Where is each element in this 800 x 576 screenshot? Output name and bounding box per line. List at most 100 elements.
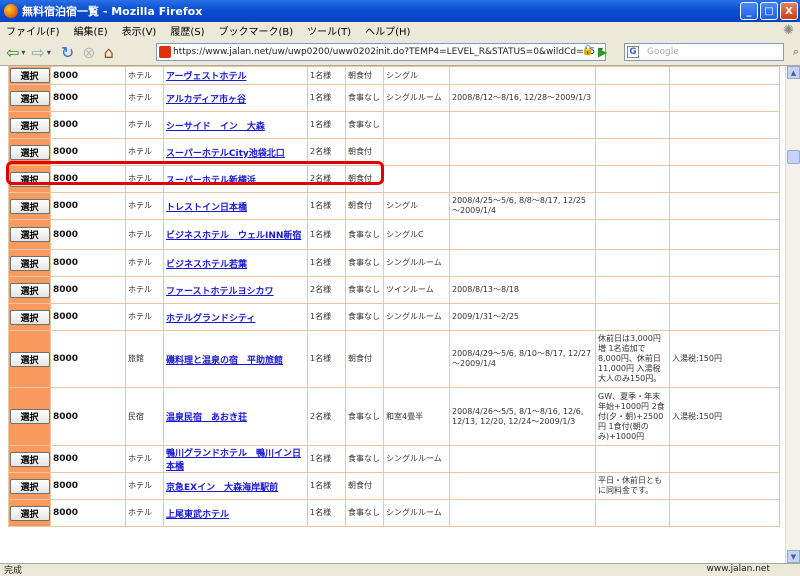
guest-count: 2名様 xyxy=(307,387,346,446)
hotel-name-link[interactable]: 磯料理と温泉の宿 平助旅館 xyxy=(166,356,283,366)
minimize-button[interactable]: _ xyxy=(740,2,758,20)
hotel-name-cell: シーサイド イン 大森 xyxy=(163,111,308,139)
price-note: GW、夏季・年末年始+1000円 2食付(夕・朝)+2500円 1食付(朝のみ)… xyxy=(595,387,670,446)
url-text: https://www.jalan.net/uw/uwp0200/uww0202… xyxy=(173,47,596,57)
stop-icon[interactable]: ⊗ xyxy=(82,43,95,62)
page-content: 選択 8000 ホテル アーヴェストホテル 1名様 朝食付 シングル 選択 8000 ホテル アルカ… xyxy=(0,66,785,563)
price-note: 休前日は3,000円増 1名追加で8,000円、休前日11,000円 入湯税大人… xyxy=(595,330,670,388)
search-icon[interactable]: ⌕ xyxy=(793,45,799,59)
menu-edit[interactable]: 編集(E) xyxy=(74,23,108,38)
vertical-scrollbar[interactable]: ▲ ▼ xyxy=(785,66,800,563)
hotel-name-cell: スーパーホテルCity池袋北口 xyxy=(163,138,308,166)
guest-count: 1名様 xyxy=(307,445,346,473)
select-button[interactable]: 選択 xyxy=(9,90,50,106)
table-row: 選択 8000 ホテル 鴨川グランドホテル 鴨川イン日本橋 1名様 食事なし シングルルーム xyxy=(8,445,780,473)
price-note xyxy=(595,84,670,112)
hotel-type: ホテル xyxy=(125,165,164,193)
menu-file[interactable]: ファイル(F) xyxy=(6,23,60,38)
select-button[interactable]: 選択 xyxy=(9,227,50,242)
select-button[interactable]: 選択 xyxy=(9,171,50,187)
hotel-name-link[interactable]: アーヴェストホテル xyxy=(166,72,246,82)
reload-icon[interactable]: ↻ xyxy=(61,43,74,62)
select-button[interactable]: 選択 xyxy=(9,117,50,133)
guest-count: 1名様 xyxy=(307,499,346,527)
select-cell: 選択 xyxy=(8,330,51,388)
select-button[interactable]: 選択 xyxy=(9,409,50,424)
forward-dropdown-icon[interactable]: ▾ xyxy=(47,48,51,57)
hotel-name-cell: ビジネスホテル ウェルINN新宿 xyxy=(163,219,308,250)
menu-view[interactable]: 表示(V) xyxy=(122,23,157,38)
go-icon[interactable]: ▶ xyxy=(598,45,612,59)
table-row: 選択 8000 ホテル アルカディア市ヶ谷 1名様 食事なし シングルルーム 2008/8/1… xyxy=(8,84,780,112)
table-row: 選択 8000 ホテル ビジネスホテル ウェルINN新宿 1名様 食事なし シングルC xyxy=(8,219,780,250)
select-button[interactable]: 選択 xyxy=(9,478,50,494)
hotel-name-link[interactable]: 京急EXイン 大森海岸駅前 xyxy=(166,483,278,493)
select-button[interactable]: 選択 xyxy=(9,255,50,271)
hotel-name-link[interactable]: ビジネスホテル若葉 xyxy=(166,260,247,270)
room-type: ツインルーム xyxy=(383,276,450,304)
url-bar[interactable]: https://www.jalan.net/uw/uwp0200/uww0202… xyxy=(156,43,606,61)
select-button[interactable]: 選択 xyxy=(9,198,50,214)
price: 8000 xyxy=(50,84,126,112)
hotel-name-link[interactable]: スーパーホテル新横浜 xyxy=(166,176,256,186)
select-cell: 選択 xyxy=(8,66,51,85)
surcharge-period xyxy=(449,138,596,166)
menu-history[interactable]: 履歴(S) xyxy=(170,23,204,38)
scroll-thumb[interactable] xyxy=(787,150,800,164)
hotel-name-link[interactable]: シーサイド イン 大森 xyxy=(166,122,265,132)
close-button[interactable]: X xyxy=(780,2,798,20)
hotel-type: ホテル xyxy=(125,276,164,304)
window-titlebar[interactable]: 無料宿泊宿一覧 - Mozilla Firefox _ □ X xyxy=(0,0,800,22)
menu-help[interactable]: ヘルプ(H) xyxy=(365,23,410,38)
back-dropdown-icon[interactable]: ▾ xyxy=(21,48,25,57)
select-button[interactable]: 選択 xyxy=(9,451,50,467)
menu-bookmarks[interactable]: ブックマーク(B) xyxy=(219,23,294,38)
hotel-name-link[interactable]: ファーストホテルヨシカワ xyxy=(166,287,274,297)
select-cell: 選択 xyxy=(8,387,51,446)
price: 8000 xyxy=(50,472,126,500)
select-button[interactable]: 選択 xyxy=(9,68,50,83)
select-button[interactable]: 選択 xyxy=(9,505,50,521)
select-button[interactable]: 選択 xyxy=(9,351,50,367)
home-icon[interactable]: ⌂ xyxy=(104,43,114,62)
hotel-name-cell: 上尾東武ホテル xyxy=(163,499,308,527)
select-cell: 選択 xyxy=(8,276,51,304)
hotel-name-link[interactable]: ホテルグランドシティ xyxy=(166,314,255,324)
select-cell: 選択 xyxy=(8,192,51,220)
search-box[interactable]: G Google ⌕ xyxy=(624,43,799,61)
select-button[interactable]: 選択 xyxy=(9,144,50,160)
window-title: 無料宿泊宿一覧 - Mozilla Firefox xyxy=(22,5,203,18)
hotel-name-link[interactable]: ビジネスホテル ウェルINN新宿 xyxy=(166,231,301,241)
price: 8000 xyxy=(50,165,126,193)
bath-tax: 入湯税:150円 xyxy=(669,330,780,388)
maximize-button[interactable]: □ xyxy=(760,2,778,20)
table-row: 選択 8000 ホテル ホテルグランドシティ 1名様 食事なし シングルルーム 2009/1/… xyxy=(8,303,780,331)
select-cell: 選択 xyxy=(8,472,51,500)
hotel-name-cell: ホテルグランドシティ xyxy=(163,303,308,331)
select-cell: 選択 xyxy=(8,303,51,331)
table-row: 選択 8000 ホテル アーヴェストホテル 1名様 朝食付 シングル xyxy=(8,66,780,85)
hotel-name-link[interactable]: アルカディア市ヶ谷 xyxy=(166,95,246,105)
hotel-name-link[interactable]: スーパーホテルCity池袋北口 xyxy=(166,149,285,159)
meal-plan: 食事なし xyxy=(345,387,384,446)
hotel-name-link[interactable]: 鴨川グランドホテル 鴨川イン日本橋 xyxy=(166,449,301,472)
bath-tax xyxy=(669,472,780,500)
price: 8000 xyxy=(50,499,126,527)
guest-count: 1名様 xyxy=(307,192,346,220)
room-type xyxy=(383,165,450,193)
bath-tax xyxy=(669,66,780,85)
select-button[interactable]: 選択 xyxy=(9,282,50,298)
scroll-up-icon[interactable]: ▲ xyxy=(787,66,800,79)
google-engine-icon[interactable]: G xyxy=(627,46,639,58)
hotel-name-link[interactable]: 温泉民宿 あおき荘 xyxy=(166,413,247,423)
hotel-name-link[interactable]: 上尾東武ホテル xyxy=(166,510,229,520)
hotel-type: 民宿 xyxy=(125,387,164,446)
hotel-name-link[interactable]: トレストイン日本橋 xyxy=(166,203,247,213)
forward-icon[interactable]: ⇨ xyxy=(31,43,44,62)
back-icon[interactable]: ⇦ xyxy=(6,43,19,62)
room-type xyxy=(383,138,450,166)
scroll-down-icon[interactable]: ▼ xyxy=(787,550,800,563)
menu-tools[interactable]: ツール(T) xyxy=(307,23,351,38)
menu-bar: ファイル(F) 編集(E) 表示(V) 履歴(S) ブックマーク(B) ツール(… xyxy=(0,22,800,39)
select-button[interactable]: 選択 xyxy=(9,309,50,325)
